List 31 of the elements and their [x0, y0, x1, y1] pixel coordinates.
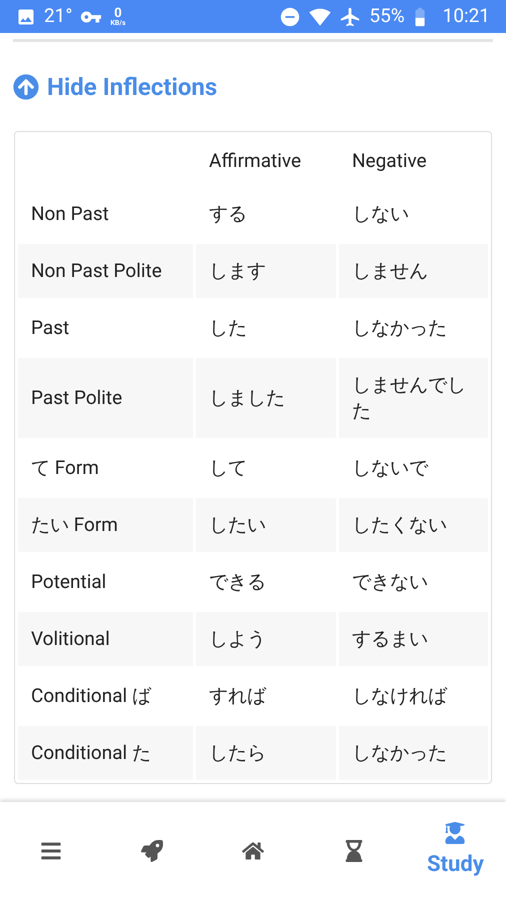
- speed-value: 0: [114, 6, 122, 20]
- hide-inflections-toggle[interactable]: Hide Inflections: [13, 69, 218, 105]
- clock: 10:21: [442, 3, 490, 30]
- form-cell: たい Form: [18, 498, 193, 552]
- nav-tab[interactable]: Study: [404, 822, 506, 880]
- negative-cell: しません: [339, 244, 488, 298]
- form-cell: Volitional: [18, 612, 193, 666]
- column-header: Affirmative: [208, 148, 302, 174]
- negative-cell: するまい: [339, 612, 488, 666]
- form-cell: Conditional た: [18, 726, 193, 780]
- graduate-icon: [444, 822, 466, 844]
- battery-percent: 55%: [369, 3, 405, 30]
- affirmative-cell: したい: [196, 498, 336, 552]
- negative-cell: しなかった: [339, 726, 488, 780]
- affirmative-cell: しました: [196, 358, 336, 438]
- form-cell: Past Polite: [18, 358, 193, 438]
- affirmative-cell: したら: [196, 726, 336, 780]
- temperature: 21°: [44, 3, 72, 30]
- hourglass-icon: [343, 840, 366, 862]
- image-icon: [16, 6, 36, 26]
- column-header: Negative: [351, 148, 428, 174]
- rocket-icon: [140, 840, 163, 862]
- airplane-icon: [339, 6, 362, 28]
- do-not-disturb-icon: [279, 6, 302, 28]
- negative-cell: したくない: [339, 498, 488, 552]
- home-icon: [242, 840, 264, 862]
- negative-cell: しませんでした: [339, 358, 488, 438]
- affirmative-cell: しよう: [196, 612, 336, 666]
- menu-icon: [40, 840, 62, 862]
- form-cell: Non Past Polite: [18, 244, 193, 298]
- affirmative-cell: します: [196, 244, 336, 298]
